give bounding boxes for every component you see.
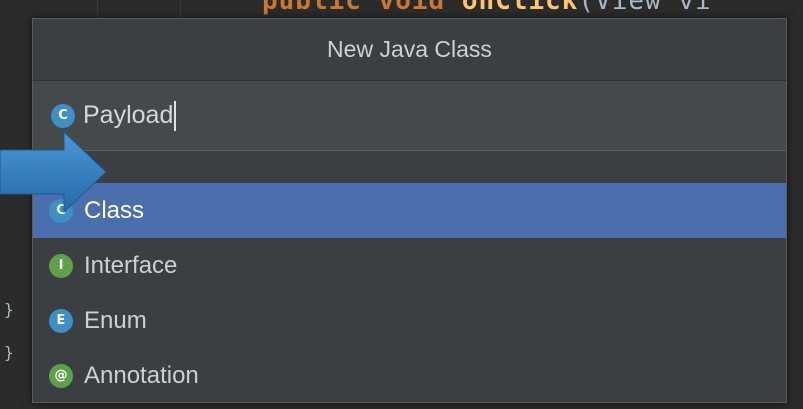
code-brace: } xyxy=(4,343,14,362)
kind-item-annotation[interactable]: @ Annotation xyxy=(33,348,786,403)
kind-item-label: Interface xyxy=(84,251,178,279)
dialog-title: New Java Class xyxy=(33,19,786,81)
enum-icon: E xyxy=(49,308,73,333)
class-icon: C xyxy=(51,103,75,128)
new-java-class-dialog: New Java Class C Payload C Class I Interfac… xyxy=(32,18,787,403)
code-params: (View vi xyxy=(578,0,712,16)
code-brace: } xyxy=(4,300,14,319)
kind-item-class[interactable]: C Class xyxy=(33,183,786,238)
kind-item-label: Annotation xyxy=(84,361,199,389)
list-separator xyxy=(33,151,786,183)
kind-list: C Class I Interface E Enum @ Annotation xyxy=(33,183,786,403)
class-name-input[interactable]: Payload xyxy=(83,100,177,131)
kind-item-label: Enum xyxy=(84,306,147,334)
pointer-arrow-icon xyxy=(0,130,107,214)
annotation-icon: @ xyxy=(49,363,73,388)
class-name-row[interactable]: C Payload xyxy=(33,81,786,151)
kind-item-interface[interactable]: I Interface xyxy=(33,238,786,293)
code-keyword: public void xyxy=(262,0,462,16)
code-function-name: onClick xyxy=(461,0,579,16)
interface-icon: I xyxy=(49,253,73,278)
text-caret xyxy=(174,100,177,131)
kind-item-enum[interactable]: E Enum xyxy=(33,293,786,348)
code-line: public void onClick(View vi xyxy=(262,0,712,16)
class-name-value: Payload xyxy=(83,101,174,129)
